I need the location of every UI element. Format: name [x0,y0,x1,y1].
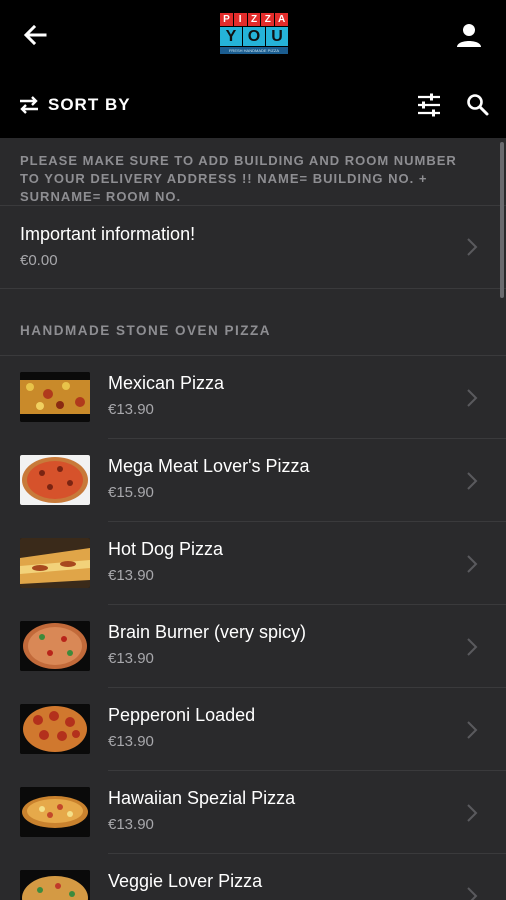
item-name: Mega Meat Lover's Pizza [108,456,310,476]
item-price: €13.90 [108,567,154,584]
back-button[interactable] [20,20,50,50]
filter-button[interactable] [416,92,442,118]
chevron-right-icon [467,804,478,822]
person-icon [457,24,481,47]
search-button[interactable] [465,92,491,118]
menu-item-pepperoni-loaded[interactable]: Pepperoni Loaded €13.90 [0,688,506,771]
item-price: €13.90 [108,650,154,667]
menu-item-veggie-lover-pizza[interactable]: Veggie Lover Pizza [0,854,506,900]
swap-arrows-icon [20,96,38,114]
item-name: Mexican Pizza [108,373,225,393]
search-icon [467,94,489,116]
pizza-thumbnail [20,372,90,422]
menu-item-brain-burner[interactable]: Brain Burner (very spicy) €13.90 [0,605,506,688]
delivery-notice: PLEASE MAKE SURE TO ADD BUILDING AND ROO… [20,153,457,204]
section-title: HANDMADE STONE OVEN PIZZA [20,323,272,338]
pizza-thumbnail [20,704,90,754]
item-price: €13.90 [108,816,154,833]
item-price: €15.90 [108,484,154,501]
item-name: Veggie Lover Pizza [108,871,263,891]
pizza-thumbnail [20,455,90,505]
menu-item-mexican-pizza[interactable]: Mexican Pizza €13.90 [0,356,506,439]
scrollbar[interactable] [500,142,504,298]
top-bar: PIZZA YOU FRESH HANDMADE PIZZA [0,0,506,70]
brand-logo: PIZZA YOU FRESH HANDMADE PIZZA [220,13,288,57]
item-name: Hot Dog Pizza [108,539,224,559]
arrow-back-icon [23,24,47,46]
chevron-right-icon [467,472,478,490]
item-title: Important information! [20,224,196,244]
chevron-right-icon [467,555,478,573]
item-name: Hawaiian Spezial Pizza [108,788,296,808]
menu-item-mega-meat-lovers-pizza[interactable]: Mega Meat Lover's Pizza €15.90 [0,439,506,522]
item-name: Brain Burner (very spicy) [108,622,307,642]
important-info-item[interactable]: Important information! €0.00 [0,206,506,288]
item-price: €13.90 [108,733,154,750]
pizza-thumbnail [20,621,90,671]
chevron-right-icon [467,721,478,739]
chevron-right-icon [467,238,478,256]
sort-by-label: SORT BY [48,95,131,114]
pizza-thumbnail [20,787,90,837]
menu-item-hawaiian-spezial-pizza[interactable]: Hawaiian Spezial Pizza €13.90 [0,771,506,854]
menu-item-hot-dog-pizza[interactable]: Hot Dog Pizza €13.90 [0,522,506,605]
chevron-right-icon [467,389,478,407]
pizza-thumbnail [20,538,90,588]
account-button[interactable] [454,20,484,50]
item-name: Pepperoni Loaded [108,705,256,725]
divider [0,288,506,289]
item-price: €0.00 [20,252,58,269]
sort-by-button[interactable]: SORT BY [18,92,131,118]
sort-bar: SORT BY [0,70,506,138]
item-price: €13.90 [108,401,154,418]
pizza-thumbnail [20,870,90,900]
chevron-right-icon [467,887,478,900]
menu-list[interactable]: PLEASE MAKE SURE TO ADD BUILDING AND ROO… [0,138,506,900]
tune-icon [418,93,440,117]
chevron-right-icon [467,638,478,656]
